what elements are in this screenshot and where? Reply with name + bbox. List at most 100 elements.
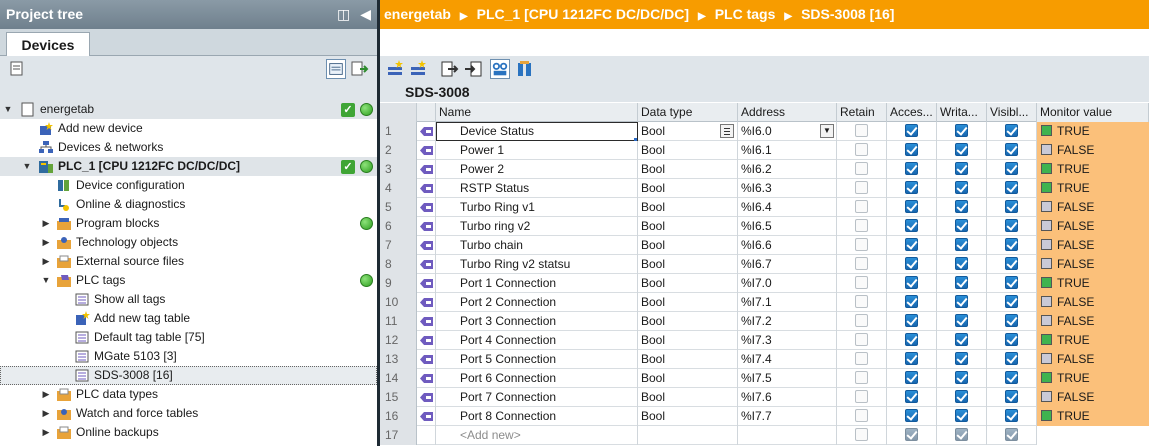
breadcrumb-plc-tags[interactable]: PLC tags <box>715 6 776 22</box>
tag-name-cell[interactable]: Device Status <box>436 122 638 141</box>
tree-item-add-new-tag-table[interactable]: Add new tag table <box>0 309 377 328</box>
address-cell[interactable]: %I6.4 <box>738 198 837 217</box>
retain-checkbox[interactable] <box>855 257 868 270</box>
address-cell[interactable]: %I6.3 <box>738 179 837 198</box>
visible-checkbox[interactable] <box>1005 371 1018 384</box>
retain-checkbox[interactable] <box>855 219 868 232</box>
data-type-cell[interactable]: Bool <box>638 312 738 331</box>
visible-checkbox[interactable] <box>1005 238 1018 251</box>
data-type-cell[interactable]: Bool <box>638 293 738 312</box>
writable-checkbox[interactable] <box>955 238 968 251</box>
tag-name-cell[interactable]: Port 1 Connection <box>436 274 638 293</box>
tag-name-cell[interactable]: Port 4 Connection <box>436 331 638 350</box>
collapsed-arrow-icon[interactable]: ▶ <box>41 404 51 423</box>
keep-actual-values-icon[interactable] <box>515 59 535 79</box>
tree-item-watch-force-tables[interactable]: ▶ Watch and force tables <box>0 404 377 423</box>
visible-checkbox[interactable] <box>1005 219 1018 232</box>
collapsed-arrow-icon[interactable]: ▶ <box>41 252 51 271</box>
visible-checkbox[interactable] <box>1005 143 1018 156</box>
writable-checkbox[interactable] <box>955 143 968 156</box>
accessible-checkbox[interactable] <box>905 200 918 213</box>
data-type-cell[interactable]: Bool <box>638 388 738 407</box>
writable-checkbox[interactable] <box>955 409 968 422</box>
tag-name-cell[interactable]: Port 5 Connection <box>436 350 638 369</box>
accessible-checkbox[interactable] <box>905 371 918 384</box>
column-header-data-type[interactable]: Data type <box>638 103 738 122</box>
data-type-cell[interactable]: Bool <box>638 160 738 179</box>
accessible-checkbox[interactable] <box>905 219 918 232</box>
collapsed-arrow-icon[interactable]: ▶ <box>41 214 51 233</box>
tag-name-cell[interactable]: Power 2 <box>436 160 638 179</box>
visible-checkbox[interactable] <box>1005 314 1018 327</box>
tag-name-cell[interactable]: Port 2 Connection <box>436 293 638 312</box>
writable-checkbox[interactable] <box>955 295 968 308</box>
accessible-checkbox[interactable] <box>905 162 918 175</box>
address-cell[interactable]: %I7.5 <box>738 369 837 388</box>
retain-checkbox[interactable] <box>855 371 868 384</box>
retain-checkbox[interactable] <box>855 409 868 422</box>
retain-checkbox[interactable] <box>855 238 868 251</box>
accessible-checkbox[interactable] <box>905 352 918 365</box>
address-cell[interactable]: %I6.1 <box>738 141 837 160</box>
visible-checkbox[interactable] <box>1005 333 1018 346</box>
tab-devices[interactable]: Devices <box>6 32 90 57</box>
retain-checkbox[interactable] <box>855 124 868 137</box>
writable-checkbox[interactable] <box>955 314 968 327</box>
tag-name-cell[interactable]: Turbo chain <box>436 236 638 255</box>
address-cell[interactable]: %I6.7 <box>738 255 837 274</box>
visible-checkbox[interactable] <box>1005 352 1018 365</box>
address-cell[interactable]: %I6.5 <box>738 217 837 236</box>
address-cell[interactable]: %I7.2 <box>738 312 837 331</box>
tag-name-cell[interactable]: Port 7 Connection <box>436 388 638 407</box>
writable-checkbox[interactable] <box>955 371 968 384</box>
address-cell[interactable]: %I7.0 <box>738 274 837 293</box>
tree-item-online-backups[interactable]: ▶ Online backups <box>0 423 377 442</box>
visible-checkbox[interactable] <box>1005 257 1018 270</box>
retain-checkbox[interactable] <box>855 390 868 403</box>
data-type-cell[interactable]: Bool <box>638 274 738 293</box>
tag-name-cell[interactable]: Turbo Ring v1 <box>436 198 638 217</box>
writable-checkbox[interactable] <box>955 257 968 270</box>
tree-item-sds-3008-tag-table[interactable]: SDS-3008 [16] <box>0 366 377 385</box>
expanded-arrow-icon[interactable]: ▼ <box>3 100 13 119</box>
tree-item-add-new-device[interactable]: Add new device <box>0 119 377 138</box>
accessible-checkbox[interactable] <box>905 314 918 327</box>
data-type-cell[interactable]: Bool <box>638 122 738 141</box>
data-type-cell[interactable]: Bool <box>638 407 738 426</box>
table-row[interactable]: 3 Power 2 Bool %I6.2 TRUE <box>380 160 1149 179</box>
table-row[interactable]: 8 Turbo Ring v2 statsu Bool %I6.7 FALSE <box>380 255 1149 274</box>
overview-icon[interactable] <box>326 59 346 79</box>
monitor-all-icon[interactable] <box>490 59 510 79</box>
data-type-cell[interactable]: Bool <box>638 198 738 217</box>
writable-checkbox[interactable] <box>955 219 968 232</box>
retain-checkbox[interactable] <box>855 314 868 327</box>
accessible-checkbox[interactable] <box>905 143 918 156</box>
export-icon[interactable] <box>350 59 370 79</box>
table-row[interactable]: 12 Port 4 Connection Bool %I7.3 TRUE <box>380 331 1149 350</box>
insert-row-icon[interactable] <box>386 59 406 79</box>
column-header-writable[interactable]: Writa... <box>937 103 987 122</box>
tree-item-external-source-files[interactable]: ▶ External source files <box>0 252 377 271</box>
tag-name-cell[interactable]: Turbo ring v2 <box>436 217 638 236</box>
retain-checkbox[interactable] <box>855 162 868 175</box>
table-row[interactable]: 14 Port 6 Connection Bool %I7.5 TRUE <box>380 369 1149 388</box>
accessible-checkbox[interactable] <box>905 276 918 289</box>
data-type-cell[interactable] <box>638 426 738 445</box>
retain-checkbox[interactable] <box>855 276 868 289</box>
collapse-panel-icon[interactable]: ◀ <box>360 0 371 29</box>
writable-checkbox[interactable] <box>955 276 968 289</box>
address-cell[interactable]: %I6.6 <box>738 236 837 255</box>
tree-item-devices-networks[interactable]: Devices & networks <box>0 138 377 157</box>
column-header-retain[interactable]: Retain <box>837 103 887 122</box>
data-type-cell[interactable]: Bool <box>638 369 738 388</box>
tag-name-cell[interactable]: Port 3 Connection <box>436 312 638 331</box>
data-type-cell[interactable]: Bool <box>638 331 738 350</box>
table-row[interactable]: 13 Port 5 Connection Bool %I7.4 FALSE <box>380 350 1149 369</box>
table-row[interactable]: 6 Turbo ring v2 Bool %I6.5 FALSE <box>380 217 1149 236</box>
export-tags-icon[interactable] <box>440 59 460 79</box>
collapsed-arrow-icon[interactable]: ▶ <box>41 423 51 442</box>
address-cell[interactable]: %I7.3 <box>738 331 837 350</box>
breadcrumb-plc[interactable]: PLC_1 [CPU 1212FC DC/DC/DC] <box>477 6 689 22</box>
tree-item-plc[interactable]: ▼ PLC_1 [CPU 1212FC DC/DC/DC] ✓ <box>0 157 377 176</box>
table-row[interactable]: 11 Port 3 Connection Bool %I7.2 FALSE <box>380 312 1149 331</box>
